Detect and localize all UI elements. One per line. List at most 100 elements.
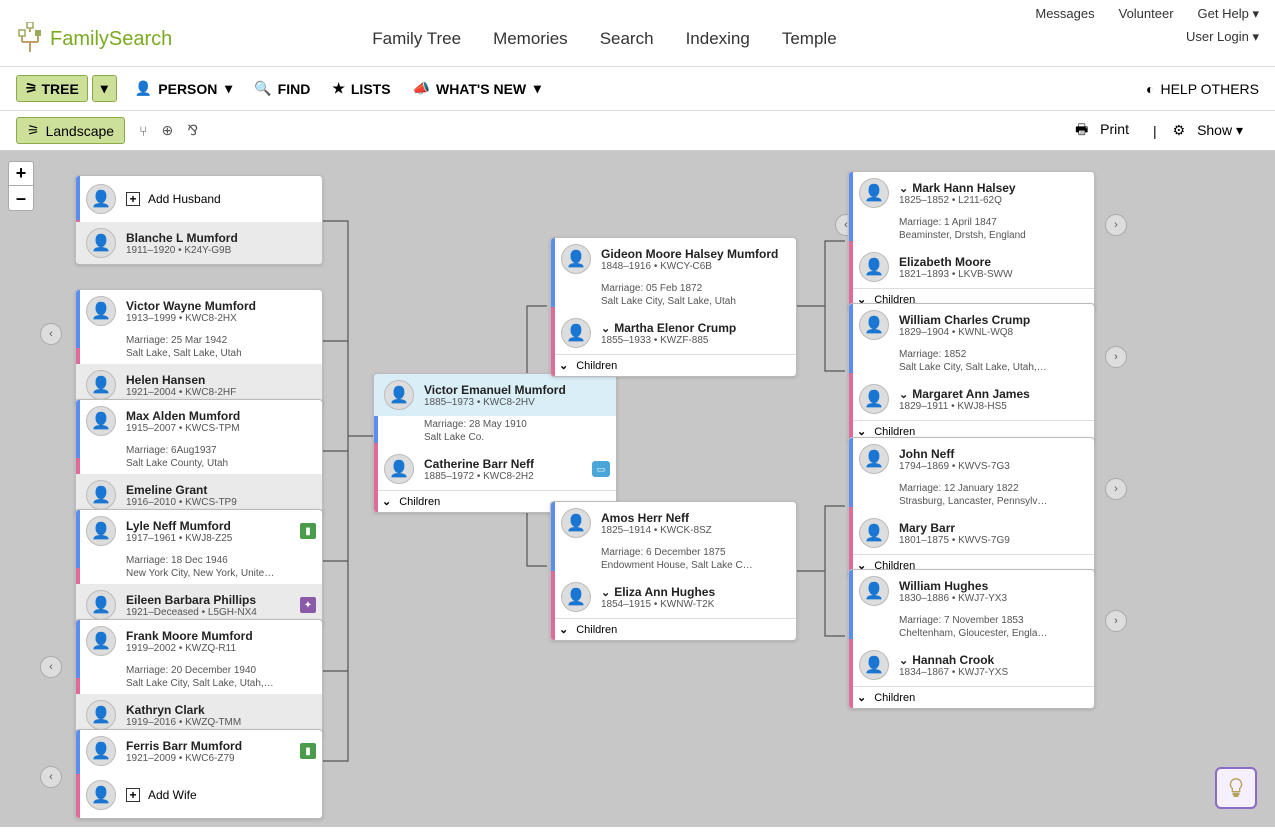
main-nav: Family Tree Memories Search Indexing Tem…: [372, 29, 868, 49]
chevron-down-icon[interactable]: ⌄: [899, 389, 908, 401]
scroll-right-button[interactable]: ›: [1105, 478, 1127, 500]
person-name: ⌄Martha Elenor Crump: [601, 321, 788, 335]
person-name: Emeline Grant: [126, 483, 314, 497]
whatsnew-button[interactable]: 📣WHAT'S NEW ▾: [413, 80, 541, 97]
get-help-link[interactable]: Get Help ▾: [1198, 6, 1259, 22]
portrait-view-icon[interactable]: ⊕: [161, 122, 173, 139]
tree-button[interactable]: ⚞ TREE: [16, 75, 88, 102]
scroll-right-button[interactable]: ›: [1105, 214, 1127, 236]
person-portrait: 👤: [859, 310, 889, 340]
add-spouse-button[interactable]: 👤+Add Wife: [76, 772, 322, 818]
person-meta: 1794–1869 • KWVS-7G3: [899, 461, 1086, 472]
nav-temple[interactable]: Temple: [782, 29, 837, 49]
logo[interactable]: FamilySearch: [16, 22, 172, 56]
add-spouse-button[interactable]: 👤+Add Husband: [76, 176, 322, 222]
person-row[interactable]: 👤 Catherine Barr Neff 1885–1972 • KWC8-2…: [374, 448, 616, 490]
user-login-link[interactable]: User Login ▾: [1186, 29, 1259, 45]
scroll-right-button[interactable]: ›: [1105, 610, 1127, 632]
login-nav: User Login ▾: [1186, 29, 1259, 49]
person-row[interactable]: 👤 ⌄Hannah Crook 1834–1867 • KWJ7-YXS: [849, 644, 1094, 686]
person-row[interactable]: 👤 Amos Herr Neff 1825–1914 • KWCK-8SZ: [551, 502, 796, 544]
marriage-info: Marriage: 7 November 1853Cheltenham, Glo…: [849, 612, 1094, 644]
zoom-out-button[interactable]: –: [9, 186, 33, 210]
print-button[interactable]: 🖶 Print: [1075, 119, 1137, 143]
person-row[interactable]: 👤 Elizabeth Moore 1821–1893 • LKVB-SWW: [849, 246, 1094, 288]
scroll-left-button[interactable]: ‹: [40, 323, 62, 345]
person-row[interactable]: 👤 Max Alden Mumford 1915–2007 • KWCS-TPM: [76, 400, 322, 442]
person-row[interactable]: 👤 Lyle Neff Mumford 1917–1961 • KWJ8-Z25…: [76, 510, 322, 552]
person-row[interactable]: 👤 ⌄Martha Elenor Crump 1855–1933 • KWZF-…: [551, 312, 796, 354]
children-toggle[interactable]: ⌄Children: [551, 354, 796, 376]
person-row[interactable]: 👤 John Neff 1794–1869 • KWVS-7G3: [849, 438, 1094, 480]
person-row[interactable]: 👤 William Hughes 1830–1886 • KWJ7-YX3: [849, 570, 1094, 612]
nav-search[interactable]: Search: [600, 29, 654, 49]
family-card: 👤 William Hughes 1830–1886 • KWJ7-YX3 Ma…: [848, 569, 1095, 709]
person-row[interactable]: 👤 ⌄Margaret Ann James 1829–1911 • KWJ8-H…: [849, 378, 1094, 420]
tree-canvas[interactable]: + – ‹ ‹ ‹ ‹ › › › › 👤+Add Husband 👤 Blan…: [0, 151, 1275, 827]
person-button[interactable]: 👤PERSON ▾: [135, 80, 232, 97]
person-portrait: 👤: [859, 444, 889, 474]
person-name: William Charles Crump: [899, 313, 1086, 327]
person-row[interactable]: 👤 ⌄Mark Hann Halsey 1825–1852 • L211-62Q: [849, 172, 1094, 214]
volunteer-link[interactable]: Volunteer: [1119, 6, 1174, 22]
ordinance-badge-icon: ✦: [300, 597, 316, 613]
hints-button[interactable]: [1215, 767, 1257, 809]
tree-dropdown[interactable]: ▾: [92, 75, 117, 102]
person-name: Eileen Barbara Phillips: [126, 593, 314, 607]
marriage-info: Marriage: 1852Salt Lake City, Salt Lake,…: [849, 346, 1094, 378]
person-row[interactable]: 👤 Gideon Moore Halsey Mumford 1848–1916 …: [551, 238, 796, 280]
person-meta: 1921–Deceased • L5GH-NX4: [126, 607, 314, 618]
nav-family-tree[interactable]: Family Tree: [372, 29, 461, 49]
person-row[interactable]: 👤 ⌄Eliza Ann Hughes 1854–1915 • KWNW-T2K: [551, 576, 796, 618]
person-meta: 1830–1886 • KWJ7-YX3: [899, 593, 1086, 604]
person-name: Catherine Barr Neff: [424, 457, 608, 471]
show-button[interactable]: ⚙ Show ▾: [1173, 122, 1251, 139]
person-row[interactable]: 👤 Victor Emanuel Mumford 1885–1973 • KWC…: [374, 374, 616, 416]
person-meta: 1885–1972 • KWC8-2H2: [424, 471, 608, 482]
person-row[interactable]: 👤 Blanche L Mumford 1911–1920 • K24Y-G9B: [76, 222, 322, 264]
children-toggle[interactable]: ⌄Children: [849, 686, 1094, 708]
fan-view-icon[interactable]: ⑂: [139, 123, 147, 139]
chevron-down-icon[interactable]: ⌄: [601, 323, 610, 335]
nav-indexing[interactable]: Indexing: [686, 29, 750, 49]
focus-family-card: 👤 Victor Emanuel Mumford 1885–1973 • KWC…: [373, 373, 617, 513]
scroll-left-button[interactable]: ‹: [40, 656, 62, 678]
person-meta: 1854–1915 • KWNW-T2K: [601, 599, 788, 610]
person-row[interactable]: 👤 Mary Barr 1801–1875 • KWVS-7G9: [849, 512, 1094, 554]
person-portrait: 👤: [86, 590, 116, 620]
family-card: 👤 William Charles Crump 1829–1904 • KWNL…: [848, 303, 1095, 443]
person-meta: 1913–1999 • KWC8-2HX: [126, 313, 314, 324]
utility-nav: Messages Volunteer Get Help ▾: [0, 0, 1275, 22]
marriage-info: Marriage: 20 December 1940Salt Lake City…: [76, 662, 322, 694]
person-name: ⌄Eliza Ann Hughes: [601, 585, 788, 599]
person-meta: 1829–1904 • KWNL-WQ8: [899, 327, 1086, 338]
children-toggle[interactable]: ⌄Children: [551, 618, 796, 640]
person-row[interactable]: 👤 Frank Moore Mumford 1919–2002 • KWZQ-R…: [76, 620, 322, 662]
person-name: Victor Wayne Mumford: [126, 299, 314, 313]
chevron-down-icon[interactable]: ⌄: [899, 183, 908, 195]
person-meta: 1917–1961 • KWJ8-Z25: [126, 533, 314, 544]
find-button[interactable]: 🔍FIND: [254, 80, 310, 97]
marriage-info: Marriage: 18 Dec 1946New York City, New …: [76, 552, 322, 584]
person-row[interactable]: 👤 William Charles Crump 1829–1904 • KWNL…: [849, 304, 1094, 346]
chevron-down-icon[interactable]: ⌄: [899, 655, 908, 667]
person-portrait: 👤: [86, 516, 116, 546]
descendancy-view-icon[interactable]: ⅋: [187, 122, 198, 139]
person-meta: 1921–2009 • KWC6-Z79: [126, 753, 314, 764]
zoom-control: + –: [8, 161, 34, 211]
person-portrait: 👤: [859, 384, 889, 414]
person-row[interactable]: 👤 Victor Wayne Mumford 1913–1999 • KWC8-…: [76, 290, 322, 332]
zoom-in-button[interactable]: +: [9, 162, 33, 186]
chevron-down-icon[interactable]: ⌄: [601, 587, 610, 599]
lists-button[interactable]: ★LISTS: [332, 80, 390, 97]
scroll-right-button[interactable]: ›: [1105, 346, 1127, 368]
marriage-info: Marriage: 28 May 1910Salt Lake Co.: [374, 416, 616, 448]
messages-link[interactable]: Messages: [1035, 6, 1094, 22]
help-others-button[interactable]: ◐HELP OTHERS: [1146, 81, 1259, 97]
person-portrait: 👤: [86, 700, 116, 730]
person-row[interactable]: 👤 Ferris Barr Mumford 1921–2009 • KWC6-Z…: [76, 730, 322, 772]
landscape-button[interactable]: ⚞Landscape: [16, 117, 125, 144]
temple-badge-icon: ▮: [300, 743, 316, 759]
nav-memories[interactable]: Memories: [493, 29, 568, 49]
scroll-left-button[interactable]: ‹: [40, 766, 62, 788]
